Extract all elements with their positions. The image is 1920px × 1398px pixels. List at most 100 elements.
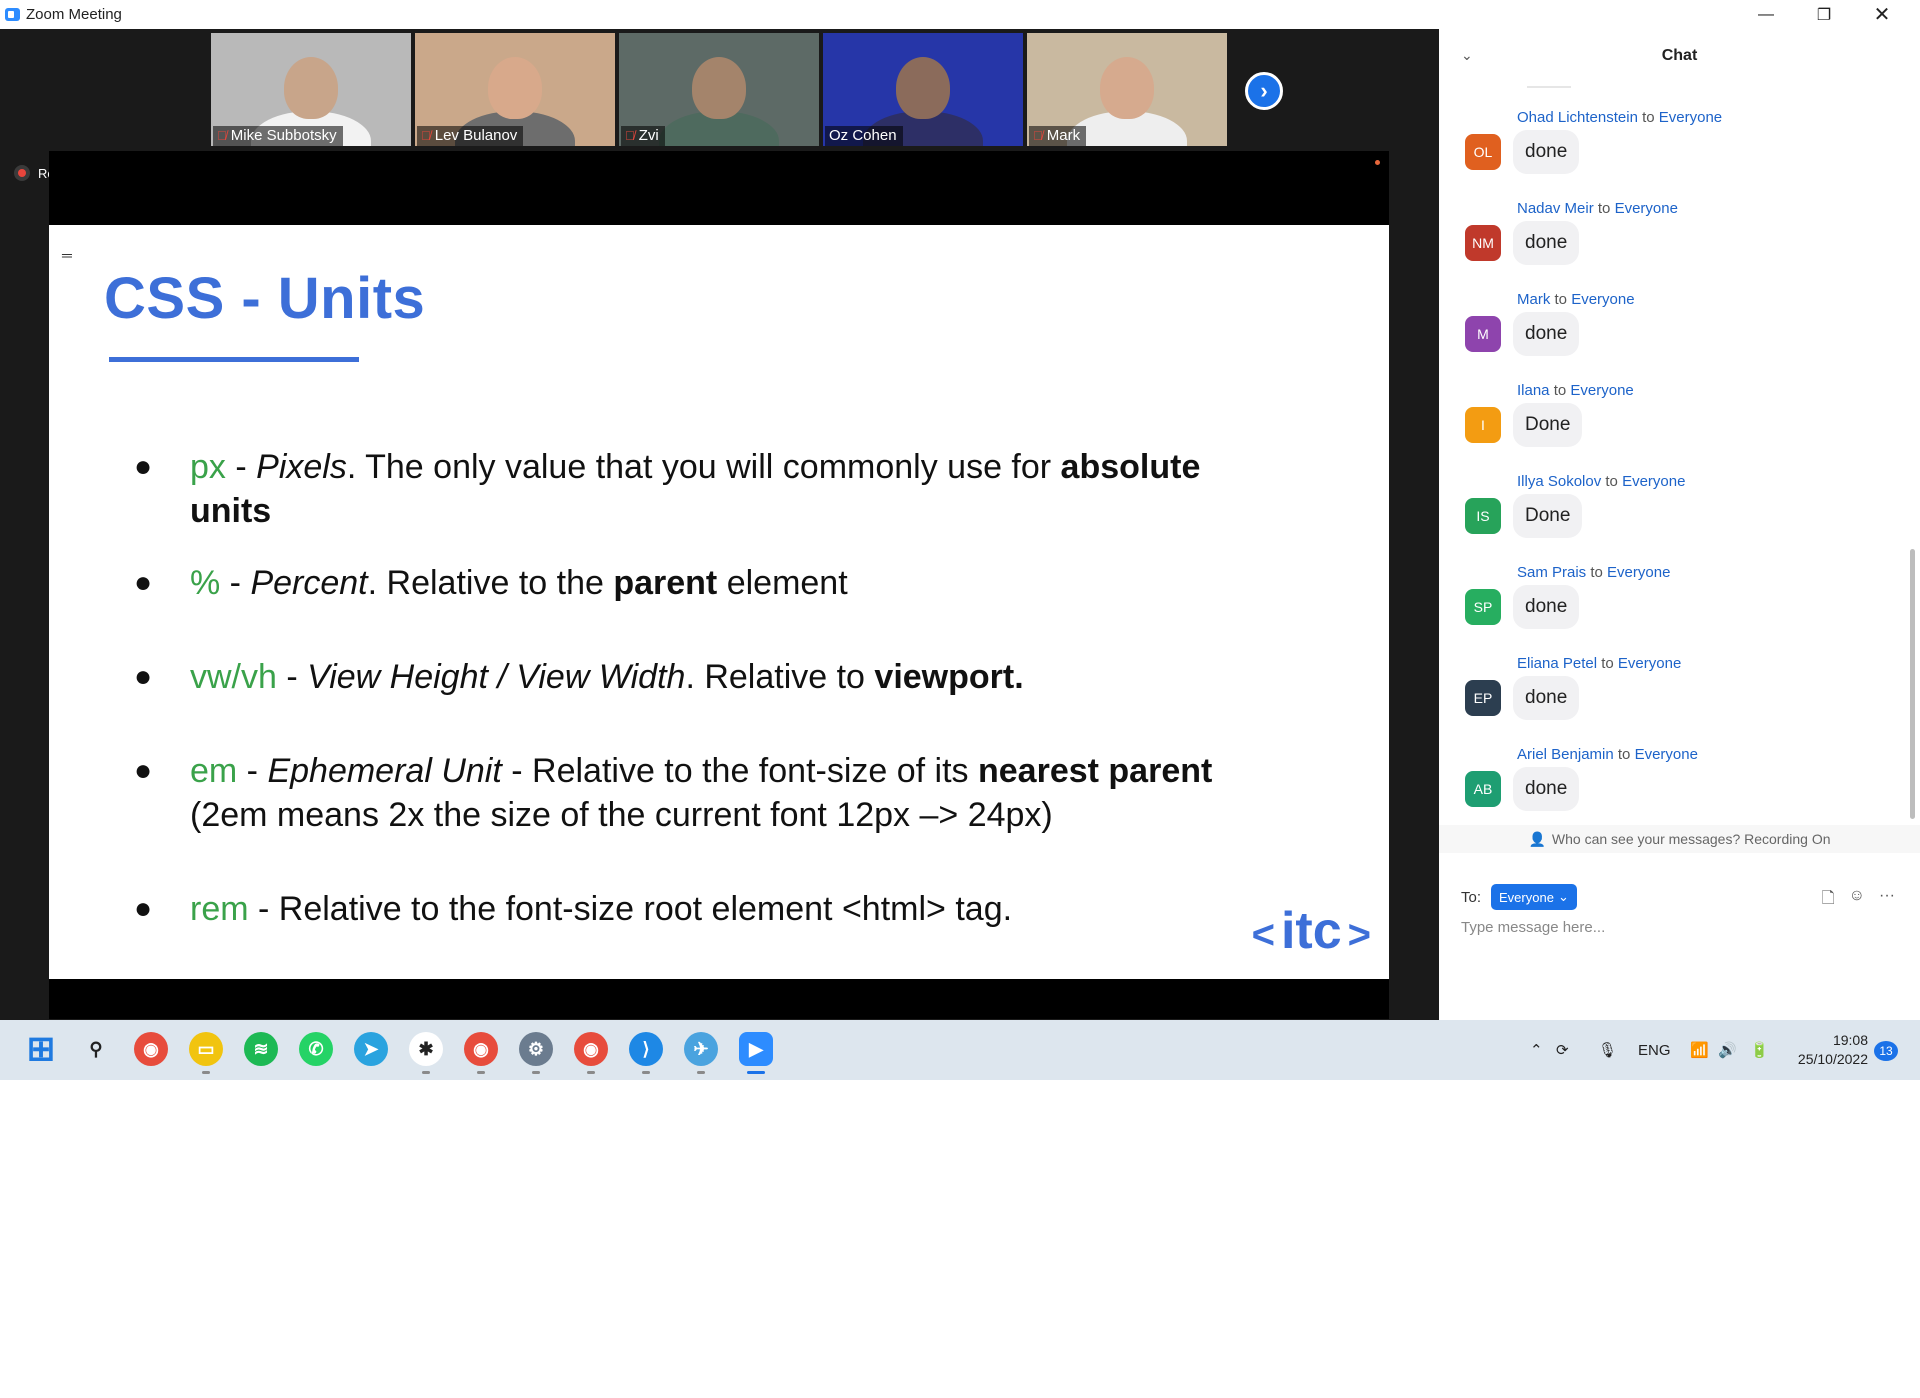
file-icon[interactable]: 🗋 (1822, 887, 1835, 914)
notification-badge[interactable]: 13 (1874, 1041, 1898, 1061)
chevron-up-icon[interactable]: ⌃ (1530, 1020, 1543, 1080)
sender-name[interactable]: Nadav Meir (1517, 200, 1594, 217)
participant-tile[interactable]: 🎙̸ Zvi (619, 33, 819, 146)
message-bubble[interactable]: done (1513, 130, 1580, 174)
message-input[interactable]: Type message here... (1461, 919, 1605, 936)
message-bubble[interactable]: Done (1513, 494, 1583, 538)
whatsapp-icon[interactable]: ✆ (299, 1032, 333, 1066)
recipient-name[interactable]: Everyone (1570, 382, 1633, 399)
chat-scrollbar[interactable] (1910, 549, 1915, 819)
recipient-name[interactable]: Everyone (1659, 109, 1722, 126)
windows-start-icon[interactable]: ⊞ (24, 1030, 58, 1068)
title-underline (109, 357, 359, 362)
recording-icon (14, 165, 30, 181)
message-header: Ohad Lichtenstein to Everyone (1517, 109, 1723, 126)
running-indicator (747, 1071, 765, 1074)
recipient-name[interactable]: Everyone (1615, 200, 1678, 217)
mic-muted-icon: 🎙̸ (625, 128, 635, 143)
message-bubble[interactable]: done (1513, 312, 1580, 356)
recipient-name[interactable]: Everyone (1635, 746, 1698, 763)
chevron-right-icon: › (1260, 78, 1268, 103)
recipient-name[interactable]: Everyone (1571, 291, 1634, 308)
spotify-icon[interactable]: ≋ (244, 1032, 278, 1066)
sync-icon[interactable]: ⟳ (1556, 1020, 1569, 1080)
shared-slide: ═ CSS - Units ● px - Pixels. The only val… (49, 225, 1389, 979)
message-bubble[interactable]: done (1513, 676, 1580, 720)
chat-message: Eliana Petel to Everyone EP done (1465, 655, 1885, 735)
date: 25/10/2022 (1797, 1051, 1868, 1067)
file-explorer-icon[interactable]: ▭ (189, 1032, 223, 1066)
recipient-name[interactable]: Everyone (1607, 564, 1670, 581)
recipient-name[interactable]: Everyone (1622, 473, 1685, 490)
zoom-icon[interactable]: ▶ (739, 1032, 773, 1066)
wifi-icon[interactable]: 📶 (1690, 1020, 1709, 1080)
participant-face (1100, 57, 1154, 119)
telegram-icon[interactable]: ➤ (354, 1032, 388, 1066)
chevron-down-icon: ⌄ (1557, 889, 1569, 904)
more-icon[interactable]: ··· (1879, 887, 1895, 914)
sender-name[interactable]: Mark (1517, 291, 1550, 308)
sender-name[interactable]: Illya Sokolov (1517, 473, 1601, 490)
recipient-select[interactable]: Everyone ⌄ (1491, 884, 1577, 910)
participant-name-label: 🎙̸ Mike Subbotsky (213, 126, 343, 146)
sender-name[interactable]: Ohad Lichtenstein (1517, 109, 1638, 126)
bullet-text: rem - Relative to the font-size root ele… (190, 890, 1013, 928)
message-bubble[interactable]: done (1513, 767, 1580, 811)
chrome-profile-icon[interactable]: ◉ (464, 1032, 498, 1066)
message-bubble[interactable]: Done (1513, 403, 1583, 447)
slide-title: CSS - Units (104, 266, 426, 331)
participant-tile[interactable]: 🎙̸ Mark (1027, 33, 1227, 146)
message-header: Eliana Petel to Everyone (1517, 655, 1682, 672)
minimize-button[interactable]: — (1737, 0, 1795, 29)
mic-muted-icon: 🎙̸ (1033, 128, 1043, 143)
running-indicator (477, 1071, 485, 1074)
avatar: NM (1465, 225, 1501, 261)
sender-name[interactable]: Ariel Benjamin (1517, 746, 1614, 763)
message-bubble[interactable]: done (1513, 585, 1580, 629)
title-bar: Zoom Meeting — ❐ ✕ (0, 0, 1920, 29)
avatar: AB (1465, 771, 1501, 807)
vscode-icon[interactable]: ⟩ (629, 1032, 663, 1066)
chrome-alt-icon[interactable]: ◉ (574, 1032, 608, 1066)
chat-message: Illya Sokolov to Everyone IS Done (1465, 473, 1885, 553)
recipient-name[interactable]: Everyone (1618, 655, 1681, 672)
chrome-icon[interactable]: ◉ (134, 1032, 168, 1066)
sender-name[interactable]: Eliana Petel (1517, 655, 1597, 672)
participant-tile[interactable]: Oz Cohen (823, 33, 1023, 146)
participant-tile[interactable]: 🎙̸ Mike Subbotsky (211, 33, 411, 146)
avatar: M (1465, 316, 1501, 352)
avatar: IS (1465, 498, 1501, 534)
settings-icon[interactable]: ⚙ (519, 1032, 553, 1066)
window-title: Zoom Meeting (26, 6, 122, 23)
bullet-dot: ● (134, 660, 153, 693)
language-indicator[interactable]: ENG (1638, 1020, 1671, 1080)
participant-tile[interactable]: 🎙̸ Lev Bulanov (415, 33, 615, 146)
chat-panel: ⌄ Chat Ohad Lichtenstein to Everyone OL do… (1439, 29, 1920, 1020)
volume-icon[interactable]: 🔊 (1718, 1020, 1737, 1080)
running-indicator (587, 1071, 595, 1074)
search-icon[interactable]: ⚲ (79, 1032, 113, 1066)
share-indicator-dot (1375, 160, 1380, 165)
running-indicator (202, 1071, 210, 1074)
emoji-icon[interactable]: ☺ (1849, 887, 1865, 914)
participant-name-label: Oz Cohen (825, 126, 903, 146)
close-button[interactable]: ✕ (1853, 0, 1911, 29)
clock[interactable]: 19:08 25/10/2022 (1788, 1031, 1868, 1069)
zoom-app-icon (5, 8, 20, 21)
participant-face (284, 57, 338, 119)
network-tool-icon[interactable]: ✈ (684, 1032, 718, 1066)
message-header: Mark to Everyone (1517, 291, 1635, 308)
restore-button[interactable]: ❐ (1795, 0, 1853, 29)
sender-name[interactable]: Sam Prais (1517, 564, 1586, 581)
message-bubble[interactable]: done (1513, 221, 1580, 265)
slack-icon[interactable]: ✱ (409, 1032, 443, 1066)
next-participants-button[interactable]: › (1245, 72, 1283, 110)
battery-icon[interactable]: 🔋 (1750, 1020, 1769, 1080)
avatar: OL (1465, 134, 1501, 170)
running-indicator (642, 1071, 650, 1074)
itc-logo: < itc > (1251, 902, 1371, 960)
sender-name[interactable]: Ilana (1517, 382, 1550, 399)
bullet-text: % - Percent. Relative to the parent elem… (190, 564, 848, 602)
privacy-notice[interactable]: 👤 Who can see your messages? Recording O… (1439, 825, 1920, 853)
microphone-icon[interactable]: 🎙 (1598, 1020, 1617, 1080)
